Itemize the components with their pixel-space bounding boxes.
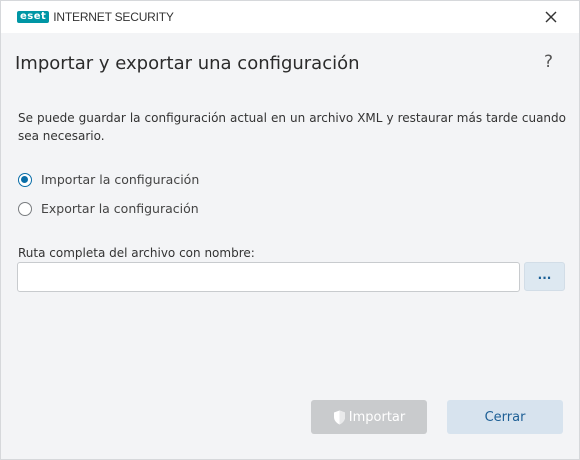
close-window-button[interactable]: [541, 7, 561, 27]
dialog-window: eset INTERNET SECURITY Importar y export…: [0, 0, 580, 460]
brand-mark: eset: [17, 10, 50, 23]
product-name: INTERNET SECURITY: [53, 9, 174, 24]
close-button-label: Cerrar: [484, 409, 526, 425]
close-icon: [545, 11, 557, 23]
import-option-label: Importar la configuración: [41, 172, 200, 187]
export-radio[interactable]: [18, 201, 32, 216]
help-icon[interactable]: ?: [544, 52, 553, 72]
import-button-label: Importar: [348, 409, 406, 425]
export-option-label: Exportar la configuración: [41, 201, 199, 216]
page-title: Importar y exportar una configuración: [15, 53, 360, 74]
eset-logo: eset INTERNET SECURITY: [17, 9, 174, 24]
description-text: Se puede guardar la configuración actual…: [18, 111, 566, 143]
import-button[interactable]: Importar: [311, 400, 427, 434]
title-bar: eset INTERNET SECURITY: [1, 1, 579, 33]
import-radio[interactable]: [18, 172, 32, 187]
browse-button[interactable]: ...: [524, 262, 565, 291]
export-option[interactable]: Exportar la configuración: [18, 201, 199, 216]
import-option[interactable]: Importar la configuración: [18, 172, 199, 187]
file-path-label: Ruta completa del archivo con nombre:: [18, 246, 255, 260]
file-path-input[interactable]: [17, 262, 520, 292]
close-button[interactable]: Cerrar: [447, 400, 563, 434]
shield-icon: [333, 410, 345, 424]
